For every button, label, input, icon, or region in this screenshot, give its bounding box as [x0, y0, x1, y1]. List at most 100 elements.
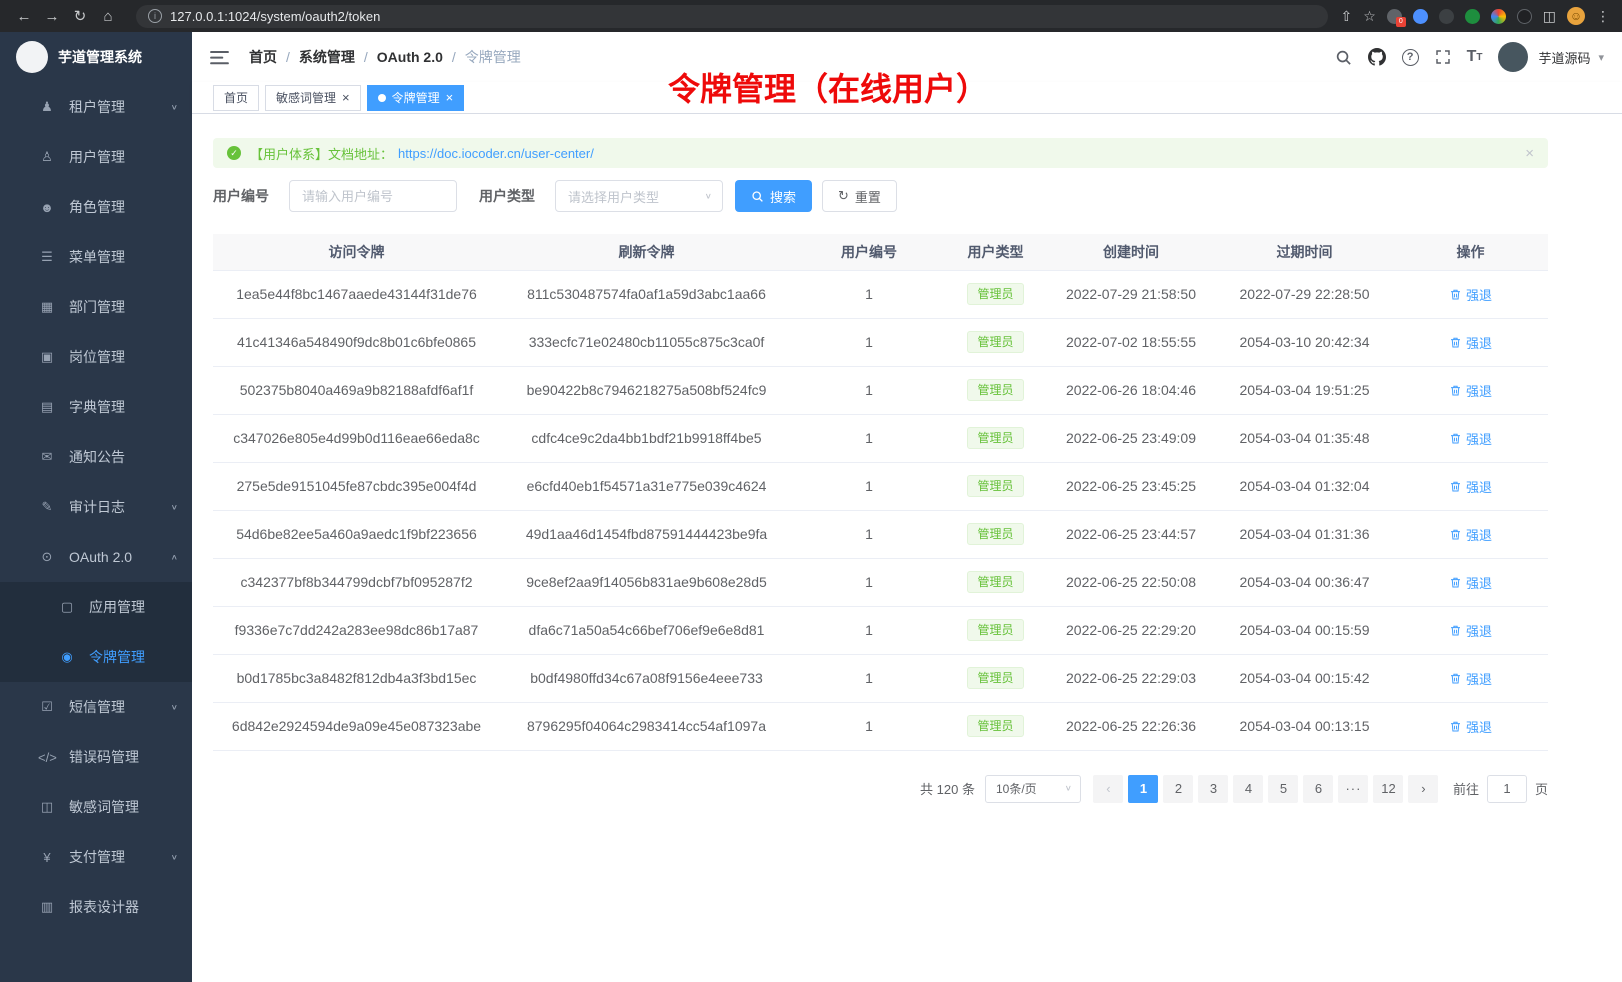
extension-icon[interactable]: [1517, 9, 1532, 24]
alert-close-icon[interactable]: ×: [1525, 145, 1534, 162]
browser-reload-icon[interactable]: ↻: [68, 7, 92, 25]
help-icon[interactable]: ?: [1402, 49, 1419, 66]
breadcrumb-item[interactable]: OAuth 2.0: [377, 49, 465, 65]
sidebar-item[interactable]: ▤ 字典管理: [0, 382, 192, 432]
force-logout-button[interactable]: 强退: [1449, 429, 1492, 448]
user-type-select[interactable]: 请选择用户类型 ∨: [555, 180, 723, 212]
user-type-cell: 管理员: [945, 702, 1046, 750]
browser-home-icon[interactable]: ⌂: [96, 8, 120, 25]
chevron-icon: ∨: [171, 103, 178, 111]
extension-icon[interactable]: [1465, 9, 1480, 24]
sidebar-item[interactable]: ▣ 岗位管理: [0, 332, 192, 382]
refresh-token-cell: b0df4980ffd34c67a08f9156e4eee733: [500, 654, 793, 702]
share-icon[interactable]: ⇧: [1340, 8, 1352, 25]
font-size-icon[interactable]: TT: [1467, 48, 1483, 66]
sidebar-item[interactable]: ⊙ OAuth 2.0 ∧: [0, 532, 192, 582]
sidebar-item[interactable]: ◉ 令牌管理: [0, 632, 192, 682]
force-logout-button[interactable]: 强退: [1449, 477, 1492, 496]
sidebar-item-label: 错误码管理: [69, 747, 178, 767]
sidebar-item[interactable]: ♟ 租户管理 ∨: [0, 82, 192, 132]
sidebar-item[interactable]: ✎ 审计日志 ∨: [0, 482, 192, 532]
breadcrumb-item[interactable]: 系统管理: [299, 47, 377, 67]
tab[interactable]: 令牌管理: [367, 85, 465, 111]
refresh-token-cell: dfa6c71a50a54c66bef706ef9e6e8d81: [500, 606, 793, 654]
sidebar-item[interactable]: ▥ 报表设计器: [0, 882, 192, 932]
sidebar-item[interactable]: ☻ 角色管理: [0, 182, 192, 232]
user-name[interactable]: 芋道源码: [1538, 48, 1590, 67]
sidebar-item[interactable]: ☑ 短信管理 ∨: [0, 682, 192, 732]
site-info-icon[interactable]: i: [148, 9, 162, 23]
force-logout-button[interactable]: 强退: [1449, 717, 1492, 736]
github-icon[interactable]: [1368, 48, 1386, 66]
expire-time-cell: 2054-03-04 19:51:25: [1216, 366, 1393, 414]
address-bar[interactable]: i 127.0.0.1:1024/system/oauth2/token: [136, 5, 1328, 28]
create-time-cell: 2022-07-29 21:58:50: [1046, 270, 1216, 318]
next-page-button[interactable]: ›: [1408, 775, 1438, 803]
force-logout-button[interactable]: 强退: [1449, 525, 1492, 544]
sidebar-item[interactable]: ¥ 支付管理 ∨: [0, 832, 192, 882]
force-logout-button[interactable]: 强退: [1449, 669, 1492, 688]
reset-button[interactable]: ↻ 重置: [822, 180, 897, 212]
sidebar-item[interactable]: ◫ 敏感词管理: [0, 782, 192, 832]
browser-menu-icon[interactable]: ⋮: [1596, 8, 1610, 25]
sidebar-item[interactable]: ▦ 部门管理: [0, 282, 192, 332]
force-logout-button[interactable]: 强退: [1449, 285, 1492, 304]
extension-icon[interactable]: [1413, 9, 1428, 24]
sidebar-item[interactable]: ♙ 用户管理: [0, 132, 192, 182]
tab-close-icon[interactable]: [342, 91, 350, 104]
split-view-icon[interactable]: ◫: [1543, 8, 1556, 25]
user-id-input[interactable]: [289, 180, 457, 212]
force-logout-button[interactable]: 强退: [1449, 333, 1492, 352]
fullscreen-icon[interactable]: [1435, 49, 1451, 65]
user-type-cell: 管理员: [945, 510, 1046, 558]
collapse-sidebar-icon[interactable]: [210, 50, 229, 65]
search-icon[interactable]: [1335, 49, 1352, 66]
app-logo[interactable]: 芋道管理系统: [0, 32, 192, 82]
prev-page-button[interactable]: ‹: [1093, 775, 1123, 803]
reset-icon: ↻: [838, 188, 849, 204]
table-row: 6d842e2924594de9a09e45e087323abe 8796295…: [213, 702, 1548, 750]
report-designer-icon: ▥: [38, 899, 56, 915]
page-number-button[interactable]: 6: [1303, 775, 1333, 803]
page-number-button[interactable]: 4: [1233, 775, 1263, 803]
refresh-token-cell: 8796295f04064c2983414cc54af1097a: [500, 702, 793, 750]
browser-back-icon[interactable]: ←: [12, 8, 36, 25]
tab-active-dot: [378, 94, 386, 102]
table-row: 502375b8040a469a9b82188afdf6af1f be90422…: [213, 366, 1548, 414]
bookmark-star-icon[interactable]: ☆: [1363, 8, 1376, 25]
page-number-button[interactable]: ···: [1338, 775, 1368, 803]
force-logout-button[interactable]: 强退: [1449, 381, 1492, 400]
page-number-button[interactable]: 3: [1198, 775, 1228, 803]
sidebar-item[interactable]: ☰ 菜单管理: [0, 232, 192, 282]
doc-link[interactable]: https://doc.iocoder.cn/user-center/: [398, 146, 594, 161]
extension-icon[interactable]: 0: [1387, 9, 1402, 24]
force-logout-button[interactable]: 强退: [1449, 621, 1492, 640]
browser-profile-avatar[interactable]: ☺: [1567, 7, 1585, 25]
tab[interactable]: 敏感词管理: [265, 85, 361, 111]
action-cell: 强退: [1393, 318, 1548, 366]
access-token-cell: 6d842e2924594de9a09e45e087323abe: [213, 702, 500, 750]
action-cell: 强退: [1393, 366, 1548, 414]
extension-icon[interactable]: [1439, 9, 1454, 24]
tab[interactable]: 首页: [213, 85, 259, 111]
page-number-button[interactable]: 2: [1163, 775, 1193, 803]
browser-forward-icon[interactable]: →: [40, 8, 64, 25]
extension-icon[interactable]: [1491, 9, 1506, 24]
sidebar-item[interactable]: </> 错误码管理: [0, 732, 192, 782]
page-number-button[interactable]: 5: [1268, 775, 1298, 803]
tab-close-icon[interactable]: [446, 91, 454, 104]
search-button[interactable]: 搜索: [735, 180, 812, 212]
sidebar-item[interactable]: ▢ 应用管理: [0, 582, 192, 632]
sidebar-item-label: 字典管理: [69, 397, 178, 417]
breadcrumb-item[interactable]: 首页: [249, 47, 299, 67]
page-size-select[interactable]: 10条/页 ∨: [985, 775, 1081, 803]
user-avatar[interactable]: [1498, 42, 1528, 72]
force-logout-button[interactable]: 强退: [1449, 573, 1492, 592]
sidebar-item-label: 敏感词管理: [69, 797, 178, 817]
page-number-button[interactable]: 12: [1373, 775, 1403, 803]
goto-page-input[interactable]: [1487, 775, 1527, 803]
breadcrumb-item[interactable]: 令牌管理: [465, 47, 521, 67]
page-number-button[interactable]: 1: [1128, 775, 1158, 803]
caret-down-icon[interactable]: ▾: [1598, 51, 1604, 64]
sidebar-item[interactable]: ✉ 通知公告: [0, 432, 192, 482]
